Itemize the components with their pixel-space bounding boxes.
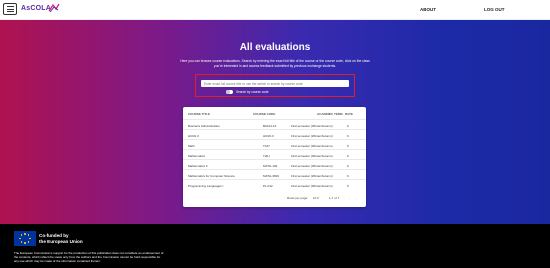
table-row[interactable]: HCML II HCML II First semester (Winter/A… [183, 129, 366, 139]
column-header-title[interactable]: COURSE TITLE [188, 112, 210, 116]
logo-flag-icon [48, 3, 60, 13]
column-header-term[interactable]: ACADEMIC TERM [317, 112, 343, 116]
table-row[interactable]: Mathematics II MATH-192 First semester (… [183, 159, 366, 169]
cell-term: First semester (Winter/Autumn) [291, 123, 333, 128]
cell-title: Mathematics [188, 153, 206, 158]
cell-code: HCML II [263, 133, 274, 138]
cell-rate: 6 [347, 153, 349, 158]
cell-code: T167 [263, 143, 270, 148]
cell-title: HCML II [188, 133, 199, 138]
cell-term: First semester (Winter/Autumn) [291, 143, 333, 148]
page-title: All evaluations [239, 42, 311, 53]
search-input[interactable] [201, 80, 349, 87]
column-header-rate[interactable]: RATE [345, 112, 353, 116]
cofunded-line2: the European Union [39, 239, 83, 244]
cell-code: T2IH [263, 153, 270, 158]
pagination-range: 1-7 of 7 [329, 196, 340, 200]
next-page-icon[interactable]: › [355, 196, 356, 200]
evaluations-table: COURSE TITLE COURSE CODE ACADEMIC TERM R… [183, 107, 366, 207]
cell-title: Math [188, 143, 195, 148]
cell-code: MATH-192 [263, 163, 278, 168]
cell-title: Mathematics for Computer Science [188, 173, 235, 178]
cell-term: First semester (Winter/Autumn) [291, 153, 333, 158]
cell-code: BA101-F1 [263, 123, 277, 128]
cell-rate: 6 [347, 133, 349, 138]
table-row[interactable]: Math T167 First semester (Winter/Autumn)… [183, 139, 366, 149]
cell-term: First semester (Winter/Autumn) [291, 163, 333, 168]
cell-term: First semester (Winter/Autumn) [291, 183, 333, 188]
top-nav: AsCOLA ABOUT LOG OUT [0, 0, 550, 20]
cofunded-line1: Co-funded by [39, 233, 69, 238]
cell-rate: 6 [347, 173, 349, 178]
search-by-code-toggle[interactable] [226, 90, 233, 94]
page-description: Here you can browse course evaluations. … [180, 59, 370, 68]
cell-rate: 6 [347, 143, 349, 148]
table-row[interactable]: Business Administration BA101-F1 First s… [183, 119, 366, 129]
table-row[interactable]: Mathematics T2IH First semester (Winter/… [183, 149, 366, 159]
cell-title: Programming Languages I [188, 183, 224, 188]
eu-footer: Co-funded by the European Union The Euro… [0, 224, 550, 268]
eu-flag-icon [14, 231, 36, 246]
hero-section: All evaluations Here you can browse cour… [0, 20, 550, 224]
search-highlight-box: Search by course code [195, 74, 355, 97]
table-row[interactable]: Programming Languages I PL-012 First sem… [183, 179, 366, 189]
nav-about-link[interactable]: ABOUT [420, 7, 436, 12]
table-row[interactable]: Mathematics for Computer Science MATH-38… [183, 169, 366, 179]
app-logo[interactable]: AsCOLA [21, 5, 51, 12]
eu-disclaimer: The European Commission's support for th… [14, 251, 164, 263]
cell-code: MATH-3819 [263, 173, 279, 178]
chevron-down-icon: ▾ [317, 196, 319, 200]
cell-code: PL-012 [263, 183, 273, 188]
cell-term: First semester (Winter/Autumn) [291, 133, 333, 138]
cell-rate: 6 [347, 123, 349, 128]
cell-title: Business Administration [188, 123, 220, 128]
rows-per-page-select[interactable]: 10 ▾ [313, 196, 319, 200]
cell-rate: 6 [347, 163, 349, 168]
column-header-code[interactable]: COURSE CODE [253, 112, 275, 116]
cell-term: First semester (Winter/Autumn) [291, 173, 333, 178]
cell-rate: 6 [347, 183, 349, 188]
prev-page-icon[interactable]: ‹ [349, 196, 350, 200]
nav-logout-link[interactable]: LOG OUT [484, 7, 505, 12]
cell-title: Mathematics II [188, 163, 208, 168]
rows-per-page-label: Rows per page: [287, 196, 309, 200]
hamburger-menu-icon[interactable] [3, 3, 17, 15]
rows-per-page-value: 10 [313, 196, 317, 200]
toggle-label: Search by course code [236, 89, 269, 94]
toggle-knob [226, 90, 230, 94]
